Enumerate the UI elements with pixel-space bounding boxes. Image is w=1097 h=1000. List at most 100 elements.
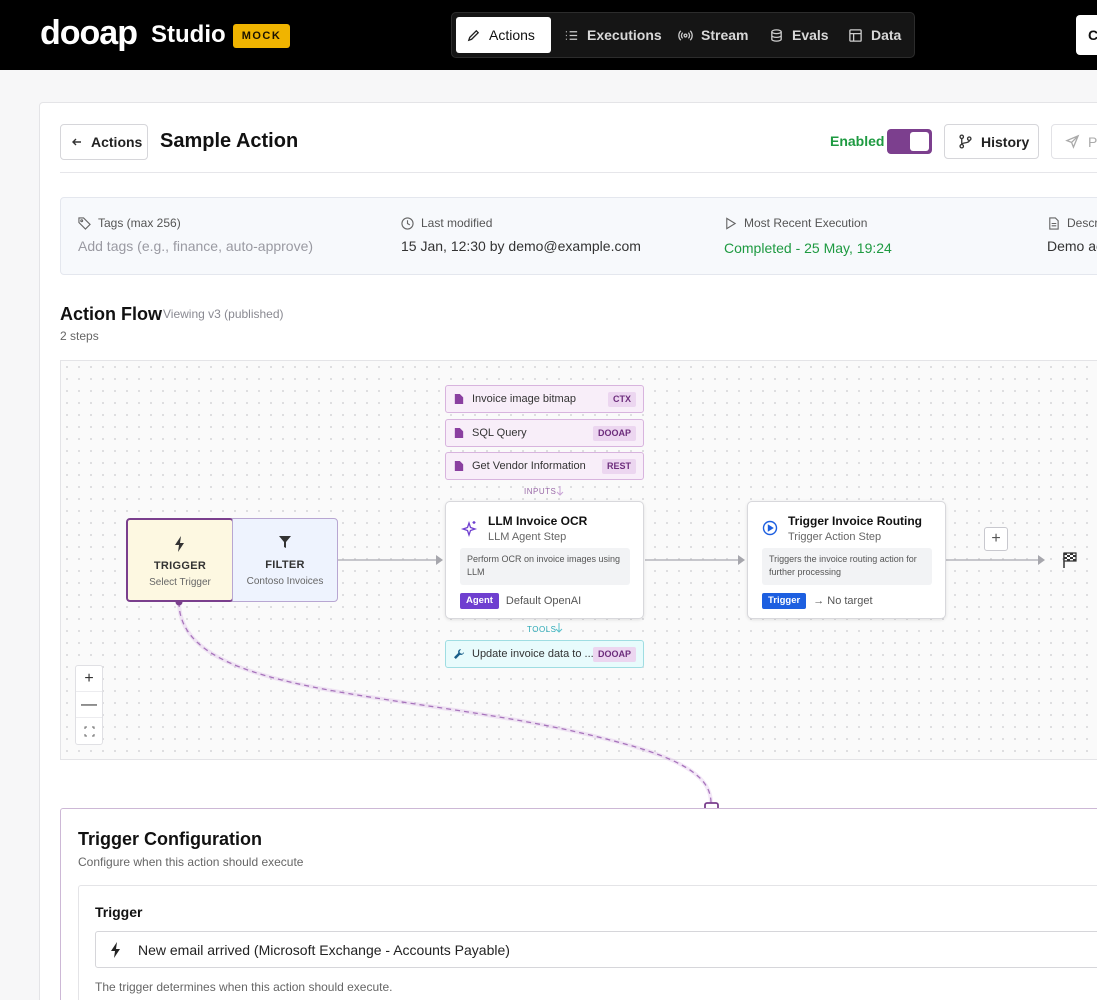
- llm-step-footer: Agent Default OpenAI: [460, 593, 581, 609]
- tags-input[interactable]: Add tags (e.g., finance, auto-approve): [78, 238, 313, 254]
- add-step-button[interactable]: +: [984, 527, 1008, 551]
- tab-executions[interactable]: Executions: [554, 17, 672, 53]
- config-title: Trigger Configuration: [78, 829, 262, 849]
- execution-status: Completed: [724, 240, 792, 256]
- publish-button[interactable]: P: [1051, 124, 1097, 159]
- action-flow-title: Action Flow: [60, 304, 162, 324]
- pencil-icon: [467, 29, 480, 41]
- routing-step-title: Trigger Invoice Routing: [788, 514, 923, 528]
- routing-step-description: Triggers the invoice routing action for …: [762, 548, 932, 585]
- lightning-icon: [111, 941, 120, 958]
- config-subtitle: Configure when this action should execut…: [78, 855, 304, 869]
- tags-label-row: Tags (max 256): [78, 216, 313, 230]
- top-bar: dooap Studio MOCK Actions Executions Str…: [0, 0, 1097, 70]
- enabled-label: Enabled: [830, 133, 885, 149]
- llm-step-header: LLM Invoice OCR LLM Agent Step: [460, 514, 587, 543]
- toggle-knob: [910, 132, 929, 151]
- description-label: Descr: [1067, 216, 1097, 230]
- play-circle-icon: [762, 520, 778, 536]
- wrench-icon: [454, 649, 464, 659]
- input-invoice-image[interactable]: Invoice image bitmap CTX: [445, 385, 644, 413]
- action-meta: Tags (max 256) Add tags (e.g., finance, …: [60, 197, 1097, 275]
- git-branch-icon: [959, 134, 972, 149]
- input-sql-query[interactable]: SQL Query DOOAP: [445, 419, 644, 447]
- tab-data-label: Data: [871, 27, 902, 43]
- arrow-left-icon: [72, 138, 81, 146]
- mock-badge: MOCK: [233, 24, 290, 48]
- modified-label-row: Last modified: [401, 216, 641, 230]
- filter-node[interactable]: FILTER Contoso Invoices: [232, 518, 338, 602]
- finish-flag-icon: [1063, 552, 1077, 568]
- trigger-node-sub: Select Trigger: [149, 577, 211, 588]
- lightning-icon: [128, 536, 232, 552]
- input-vendor-info[interactable]: Get Vendor Information REST: [445, 452, 644, 480]
- flow-step-count: 2 steps: [60, 329, 99, 343]
- description-section: Descr Demo ac: [1047, 216, 1097, 254]
- input-label: Get Vendor Information: [472, 460, 586, 472]
- enabled-toggle[interactable]: [887, 129, 932, 154]
- tag-icon: [78, 216, 91, 230]
- publish-label: P: [1088, 133, 1097, 150]
- trigger-select[interactable]: New email arrived (Microsoft Exchange - …: [95, 931, 1097, 968]
- routing-step-header: Trigger Invoice Routing Trigger Action S…: [762, 514, 922, 543]
- execution-label-row: Most Recent Execution: [724, 216, 892, 230]
- modified-label: Last modified: [421, 216, 493, 230]
- history-button[interactable]: History: [944, 124, 1039, 159]
- routing-step-footer: Trigger → No target: [762, 593, 873, 609]
- llm-step-node[interactable]: LLM Invoice OCR LLM Agent Step Perform O…: [445, 501, 644, 619]
- tool-label: Update invoice data to ...: [472, 648, 594, 660]
- tab-stream-label: Stream: [701, 27, 749, 43]
- table-icon: [849, 28, 862, 42]
- execution-label: Most Recent Execution: [744, 216, 868, 230]
- filter-icon: [233, 535, 337, 551]
- back-to-actions-button[interactable]: Actions: [60, 124, 148, 160]
- trigger-node[interactable]: TRIGGER Select Trigger: [126, 518, 234, 602]
- tab-evals[interactable]: Evals: [759, 17, 839, 53]
- back-label: Actions: [91, 134, 143, 150]
- routing-target: → No target: [813, 595, 873, 607]
- zoom-out-button[interactable]: —: [76, 692, 102, 718]
- agent-chip: Agent: [460, 593, 499, 609]
- tool-update-invoice[interactable]: Update invoice data to ... DOOAP: [445, 640, 644, 668]
- tab-data[interactable]: Data: [838, 17, 911, 53]
- header-divider: [60, 172, 1097, 173]
- input-tag: CTX: [608, 392, 636, 407]
- llm-model: Default OpenAI: [505, 595, 582, 607]
- sparkles-icon: [460, 520, 478, 538]
- trigger-chip: Trigger: [762, 593, 807, 609]
- inputs-caption: INPUTS: [524, 487, 557, 496]
- tab-actions[interactable]: Actions: [456, 17, 551, 53]
- input-tag: REST: [601, 459, 636, 474]
- file-text-icon: [1049, 216, 1059, 230]
- account-button[interactable]: C: [1076, 15, 1097, 55]
- trigger-field-label: Trigger: [95, 904, 143, 920]
- routing-step-node[interactable]: Trigger Invoice Routing Trigger Action S…: [747, 501, 946, 619]
- filter-node-name: FILTER: [265, 559, 305, 571]
- input-label: Invoice image bitmap: [472, 393, 576, 405]
- clock-icon: [401, 216, 414, 230]
- trigger-help-text: The trigger determines when this action …: [95, 980, 393, 994]
- execution-value[interactable]: Completed - 25 May, 19:24: [724, 240, 892, 256]
- file-icon: [454, 394, 464, 404]
- fullscreen-icon: [84, 726, 94, 736]
- tags-section: Tags (max 256) Add tags (e.g., finance, …: [78, 216, 313, 254]
- zoom-in-button[interactable]: +: [76, 666, 102, 692]
- broadcast-icon: [678, 29, 693, 41]
- trigger-select-value: New email arrived (Microsoft Exchange - …: [138, 941, 510, 958]
- fit-view-button[interactable]: [76, 718, 102, 744]
- last-modified-section: Last modified 15 Jan, 12:30 by demo@exam…: [401, 216, 641, 254]
- database-icon: [771, 28, 782, 42]
- app-product-name: Studio: [151, 21, 226, 48]
- tags-label: Tags (max 256): [98, 216, 181, 230]
- filter-node-sub: Contoso Invoices: [246, 576, 324, 587]
- list-icon: [565, 30, 578, 40]
- app-logo[interactable]: dooap: [40, 14, 138, 53]
- description-label-row: Descr: [1047, 216, 1097, 230]
- recent-execution-section: Most Recent Execution Completed - 25 May…: [724, 216, 892, 256]
- tab-actions-label: Actions: [489, 27, 535, 43]
- play-icon: [726, 216, 737, 230]
- execution-time: - 25 May, 19:24: [791, 240, 892, 256]
- file-icon: [454, 428, 464, 438]
- tab-stream[interactable]: Stream: [668, 17, 758, 53]
- description-value[interactable]: Demo ac: [1047, 238, 1097, 254]
